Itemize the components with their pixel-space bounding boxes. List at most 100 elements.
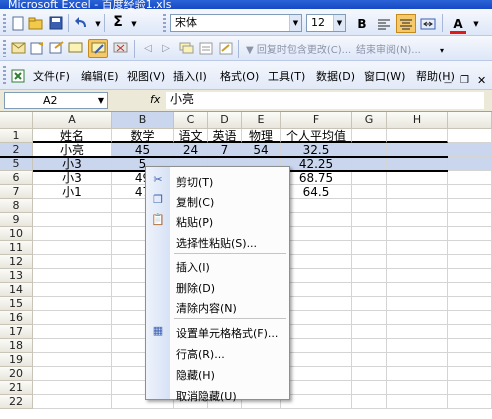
cell-g12[interactable] xyxy=(352,255,387,269)
close-window-icon[interactable]: ✕ xyxy=(477,74,486,87)
cell-g6[interactable] xyxy=(352,171,387,185)
cell-g13[interactable] xyxy=(352,269,387,283)
menu-format[interactable]: 格式(O) xyxy=(220,68,259,84)
row-header[interactable]: 2 xyxy=(0,143,33,157)
cell-g9[interactable] xyxy=(352,213,387,227)
cell-h5[interactable] xyxy=(387,157,448,171)
cell-g15[interactable] xyxy=(352,297,387,311)
cell-h8[interactable] xyxy=(387,199,448,213)
show-comment-icon[interactable] xyxy=(48,40,64,56)
toolbar-grip[interactable] xyxy=(3,66,6,85)
restore-window-icon[interactable]: ❐ xyxy=(460,75,469,86)
cell-blank[interactable] xyxy=(448,395,492,409)
cell-a7[interactable]: 小1 xyxy=(33,185,112,199)
column-header-c[interactable]: C xyxy=(174,112,208,129)
send-mail-icon[interactable] xyxy=(10,40,26,56)
cell-a17[interactable] xyxy=(33,325,112,339)
row-header[interactable]: 8 xyxy=(0,199,33,213)
cell-g18[interactable] xyxy=(352,339,387,353)
row-header[interactable]: 14 xyxy=(0,283,33,297)
cell-g21[interactable] xyxy=(352,381,387,395)
context-menu-item[interactable]: 清除内容(N) xyxy=(146,297,289,316)
row-header[interactable]: 20 xyxy=(0,367,33,381)
toolbar-options-icon[interactable]: ▾ xyxy=(434,42,450,58)
cell-a18[interactable] xyxy=(33,339,112,353)
cell-h6[interactable] xyxy=(387,171,448,185)
cell-a10[interactable] xyxy=(33,227,112,241)
cell-blank[interactable] xyxy=(448,311,492,325)
cell-blank[interactable] xyxy=(448,227,492,241)
chevron-down-icon[interactable]: ▼ xyxy=(289,15,301,31)
row-header[interactable]: 21 xyxy=(0,381,33,395)
cell-a19[interactable] xyxy=(33,353,112,367)
context-menu-item[interactable]: 取消隐藏(U) xyxy=(146,385,289,404)
merge-center-button[interactable] xyxy=(418,14,438,33)
cell-h2[interactable] xyxy=(387,143,448,157)
row-header[interactable]: 15 xyxy=(0,297,33,311)
edit-comment-button[interactable] xyxy=(88,39,108,58)
cell-h16[interactable] xyxy=(387,311,448,325)
cell-f7[interactable]: 64.5 xyxy=(281,185,352,199)
column-header-e[interactable]: E xyxy=(242,112,281,129)
cell-e1[interactable]: 物理 xyxy=(242,129,281,143)
toolbar-grip[interactable] xyxy=(3,14,6,32)
save-icon[interactable] xyxy=(48,15,64,31)
open-folder-icon[interactable] xyxy=(28,15,44,31)
previous-comment-icon[interactable]: ◁ xyxy=(140,40,156,56)
cell-a22[interactable] xyxy=(33,395,112,409)
comment-icon[interactable] xyxy=(67,40,83,56)
menu-data[interactable]: 数据(D) xyxy=(316,68,355,84)
cell-f15[interactable] xyxy=(281,297,352,311)
column-header-g[interactable]: G xyxy=(352,112,387,129)
cell-f13[interactable] xyxy=(281,269,352,283)
menu-tools[interactable]: 工具(T) xyxy=(268,68,305,84)
column-header-a[interactable]: A xyxy=(33,112,112,129)
context-menu-item[interactable]: 删除(D) xyxy=(146,277,289,296)
formula-input[interactable]: 小亮 xyxy=(166,92,484,109)
cell-blank[interactable] xyxy=(448,353,492,367)
cell-f8[interactable] xyxy=(281,199,352,213)
cell-h15[interactable] xyxy=(387,297,448,311)
cell-f2[interactable]: 32.5 xyxy=(281,143,352,157)
cell-a12[interactable] xyxy=(33,255,112,269)
cell-a16[interactable] xyxy=(33,311,112,325)
row-header[interactable]: 5 xyxy=(0,157,33,171)
cell-h1[interactable] xyxy=(387,129,448,143)
cell-h17[interactable] xyxy=(387,325,448,339)
cell-d1[interactable]: 英语 xyxy=(208,129,242,143)
cell-a5[interactable]: 小3 xyxy=(33,157,112,171)
align-center-button[interactable] xyxy=(396,14,416,33)
minimize-window-icon[interactable]: — xyxy=(444,78,452,87)
cell-a8[interactable] xyxy=(33,199,112,213)
menu-file[interactable]: 文件(F) xyxy=(33,68,70,84)
row-header[interactable]: 13 xyxy=(0,269,33,283)
cell-blank[interactable] xyxy=(448,171,492,185)
new-file-icon[interactable] xyxy=(10,15,26,31)
cell-f5[interactable]: 42.25 xyxy=(281,157,352,171)
cell-b1[interactable]: 数学 xyxy=(112,129,174,143)
cell-blank[interactable] xyxy=(448,339,492,353)
context-menu-item[interactable]: 📋 粘贴(P) xyxy=(146,211,289,230)
cell-h14[interactable] xyxy=(387,283,448,297)
bold-button[interactable]: B xyxy=(352,14,372,33)
row-header[interactable]: 12 xyxy=(0,255,33,269)
autosum-icon[interactable]: Σ xyxy=(110,14,126,30)
cell-blank[interactable] xyxy=(448,283,492,297)
cell-blank[interactable] xyxy=(448,241,492,255)
shared-workbook-icon[interactable] xyxy=(198,40,214,56)
context-menu-item[interactable]: ✂ 剪切(T) xyxy=(146,171,289,190)
context-menu-item[interactable]: ❐ 复制(C) xyxy=(146,191,289,210)
row-header[interactable]: 19 xyxy=(0,353,33,367)
cell-a6[interactable]: 小3 xyxy=(33,171,112,185)
cell-h12[interactable] xyxy=(387,255,448,269)
cell-blank[interactable] xyxy=(448,297,492,311)
cell-f16[interactable] xyxy=(281,311,352,325)
row-header[interactable]: 9 xyxy=(0,213,33,227)
row-header[interactable]: 16 xyxy=(0,311,33,325)
cell-blank[interactable] xyxy=(448,381,492,395)
select-all-corner[interactable] xyxy=(0,112,33,129)
cell-h21[interactable] xyxy=(387,381,448,395)
column-header-h[interactable]: H xyxy=(387,112,448,129)
toolbar-grip[interactable] xyxy=(163,14,166,32)
context-menu-item[interactable]: ▦ 设置单元格格式(F)... xyxy=(146,322,289,341)
